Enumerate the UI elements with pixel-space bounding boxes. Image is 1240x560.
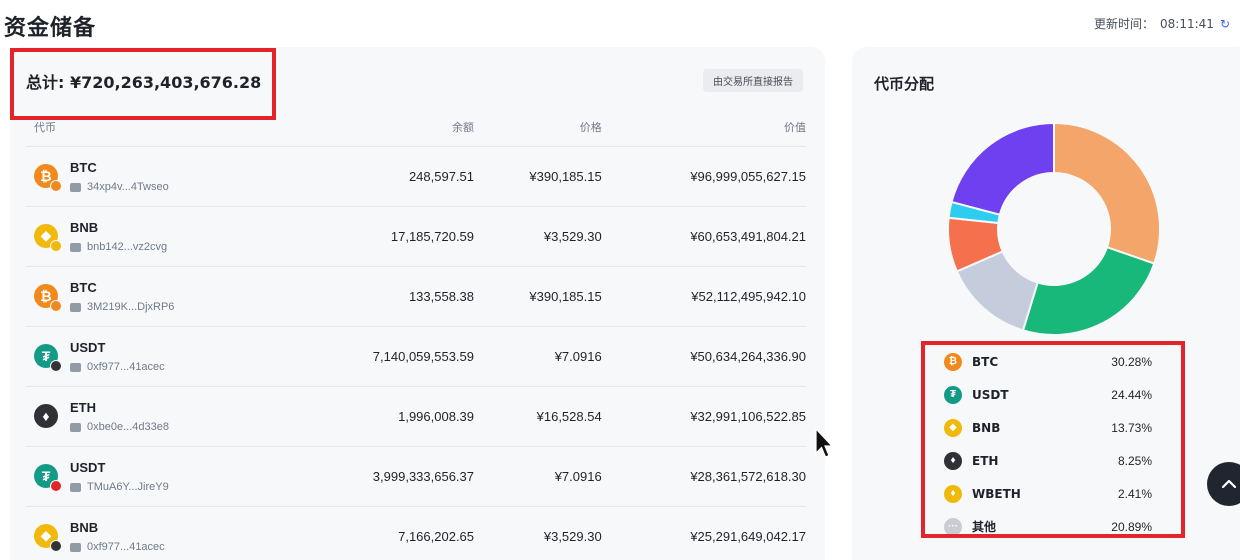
wallet-icon <box>70 422 81 432</box>
table-row[interactable]: ₿ BTC 34xp4v...4Twseo 248,597.51 ¥390,18… <box>26 147 806 207</box>
mouse-cursor-icon <box>815 428 834 458</box>
value-cell: ¥60,653,491,804.21 <box>690 229 806 244</box>
value-cell: ¥32,991,106,522.85 <box>690 409 806 424</box>
reserves-table: 代币 余额 价格 价值 ₿ BTC 34xp4v...4Twseo 248,59… <box>26 107 806 560</box>
chain-icon <box>50 239 62 252</box>
price-cell: ¥16,528.54 <box>536 409 602 424</box>
update-time-label: 更新时间： <box>1094 17 1155 31</box>
donut-slice-其他[interactable] <box>950 121 1055 216</box>
column-value[interactable]: 价值 <box>602 119 806 135</box>
bitcoin-icon: ₿ <box>34 283 62 312</box>
balance-cell: 1,996,008.39 <box>398 409 475 424</box>
reserves-card: 总计: ¥720,263,403,676.28 由交易所直接报告 代币 余额 价… <box>10 47 825 560</box>
value-cell: ¥25,291,649,042.17 <box>690 529 806 544</box>
wallet-icon <box>70 182 81 192</box>
highlight-box-legend <box>921 341 1185 538</box>
table-row[interactable]: ◆ BNB bnb142...vz2cvg 17,185,720.59 ¥3,5… <box>26 207 806 267</box>
column-balance[interactable]: 余额 <box>270 119 474 135</box>
token-cell: ♦ ETH 0xbe0e...4d33e8 <box>26 400 270 433</box>
wallet-icon <box>70 542 81 552</box>
token-symbol: BTC <box>70 160 97 175</box>
wallet-icon <box>70 482 81 492</box>
balance-cell: 7,140,059,553.59 <box>372 349 475 364</box>
price-cell: ¥3,529.30 <box>543 229 602 244</box>
column-token[interactable]: 代币 <box>26 119 270 135</box>
bnb-icon: ◆ <box>34 223 62 252</box>
token-symbol: BTC <box>70 280 97 295</box>
price-cell: ¥7.0916 <box>554 349 602 364</box>
page-title: 资金储备 <box>4 16 97 41</box>
table-row[interactable]: ◆ BNB 0xf977...41acec 7,166,202.65 ¥3,52… <box>26 507 806 560</box>
tether-icon: ₮ <box>34 463 62 492</box>
wallet-address[interactable]: 3M219K...DjxRP6 <box>87 301 174 313</box>
update-time: 更新时间： 08:11:41 ↻ <box>1094 15 1230 32</box>
value-cell: ¥50,634,264,336.90 <box>690 349 806 364</box>
wallet-icon <box>70 302 81 312</box>
report-tag: 由交易所直接报告 <box>703 69 803 92</box>
highlight-box-total <box>10 48 276 120</box>
chain-icon <box>50 539 62 552</box>
bnb-icon: ◆ <box>34 523 62 552</box>
wallet-address[interactable]: 0xf977...41acec <box>87 541 165 553</box>
donut-slice-usdt[interactable] <box>1021 245 1156 336</box>
chain-icon <box>50 479 62 492</box>
value-cell: ¥96,999,055,627.15 <box>690 169 806 184</box>
donut-slice-btc[interactable] <box>1053 121 1161 265</box>
column-price[interactable]: 价格 <box>474 119 602 135</box>
update-time-value: 08:11:41 <box>1160 17 1214 31</box>
table-row[interactable]: ♦ ETH 0xbe0e...4d33e8 1,996,008.39 ¥16,5… <box>26 387 806 447</box>
price-cell: ¥3,529.30 <box>543 529 602 544</box>
ethereum-icon: ♦ <box>34 403 60 430</box>
balance-cell: 7,166,202.65 <box>398 529 475 544</box>
token-cell: ₮ USDT TMuA6Y...JireY9 <box>26 460 270 493</box>
token-cell: ◆ BNB 0xf977...41acec <box>26 520 270 553</box>
table-row[interactable]: ₮ USDT TMuA6Y...JireY9 3,999,333,656.37 … <box>26 447 806 507</box>
token-symbol: USDT <box>70 460 106 475</box>
distribution-title: 代币分配 <box>874 75 935 93</box>
chain-icon <box>50 359 62 372</box>
table-row[interactable]: ₮ USDT 0xf977...41acec 7,140,059,553.59 … <box>26 327 806 387</box>
token-cell: ₿ BTC 3M219K...DjxRP6 <box>26 280 270 313</box>
bitcoin-icon: ₿ <box>34 163 62 192</box>
chain-icon <box>50 179 62 192</box>
token-cell: ◆ BNB bnb142...vz2cvg <box>26 220 270 253</box>
wallet-address[interactable]: 0xf977...41acec <box>87 361 165 373</box>
chevron-up-icon <box>1221 479 1237 489</box>
chain-icon <box>50 299 62 312</box>
tether-icon: ₮ <box>34 343 62 372</box>
wallet-address[interactable]: 34xp4v...4Twseo <box>87 181 169 193</box>
wallet-address[interactable]: bnb142...vz2cvg <box>87 241 167 253</box>
token-symbol: ETH <box>70 400 96 415</box>
balance-cell: 17,185,720.59 <box>390 229 475 244</box>
wallet-icon <box>70 362 81 372</box>
value-cell: ¥52,112,495,942.10 <box>691 289 806 304</box>
token-cell: ₮ USDT 0xf977...41acec <box>26 340 270 373</box>
balance-cell: 133,558.38 <box>408 289 475 304</box>
price-cell: ¥390,185.15 <box>529 289 602 304</box>
balance-cell: 3,999,333,656.37 <box>372 469 475 484</box>
token-symbol: BNB <box>70 520 99 535</box>
token-symbol: USDT <box>70 340 106 355</box>
refresh-icon[interactable]: ↻ <box>1220 17 1230 31</box>
token-symbol: BNB <box>70 220 99 235</box>
price-cell: ¥7.0916 <box>554 469 602 484</box>
wallet-address[interactable]: TMuA6Y...JireY9 <box>87 481 169 493</box>
token-cell: ₿ BTC 34xp4v...4Twseo <box>26 160 270 193</box>
balance-cell: 248,597.51 <box>408 169 475 184</box>
table-row[interactable]: ₿ BTC 3M219K...DjxRP6 133,558.38 ¥390,18… <box>26 267 806 327</box>
distribution-donut-chart <box>947 121 1161 336</box>
wallet-icon <box>70 242 81 252</box>
wallet-address[interactable]: 0xbe0e...4d33e8 <box>87 421 169 433</box>
value-cell: ¥28,361,572,618.30 <box>690 469 806 484</box>
price-cell: ¥390,185.15 <box>529 169 602 184</box>
